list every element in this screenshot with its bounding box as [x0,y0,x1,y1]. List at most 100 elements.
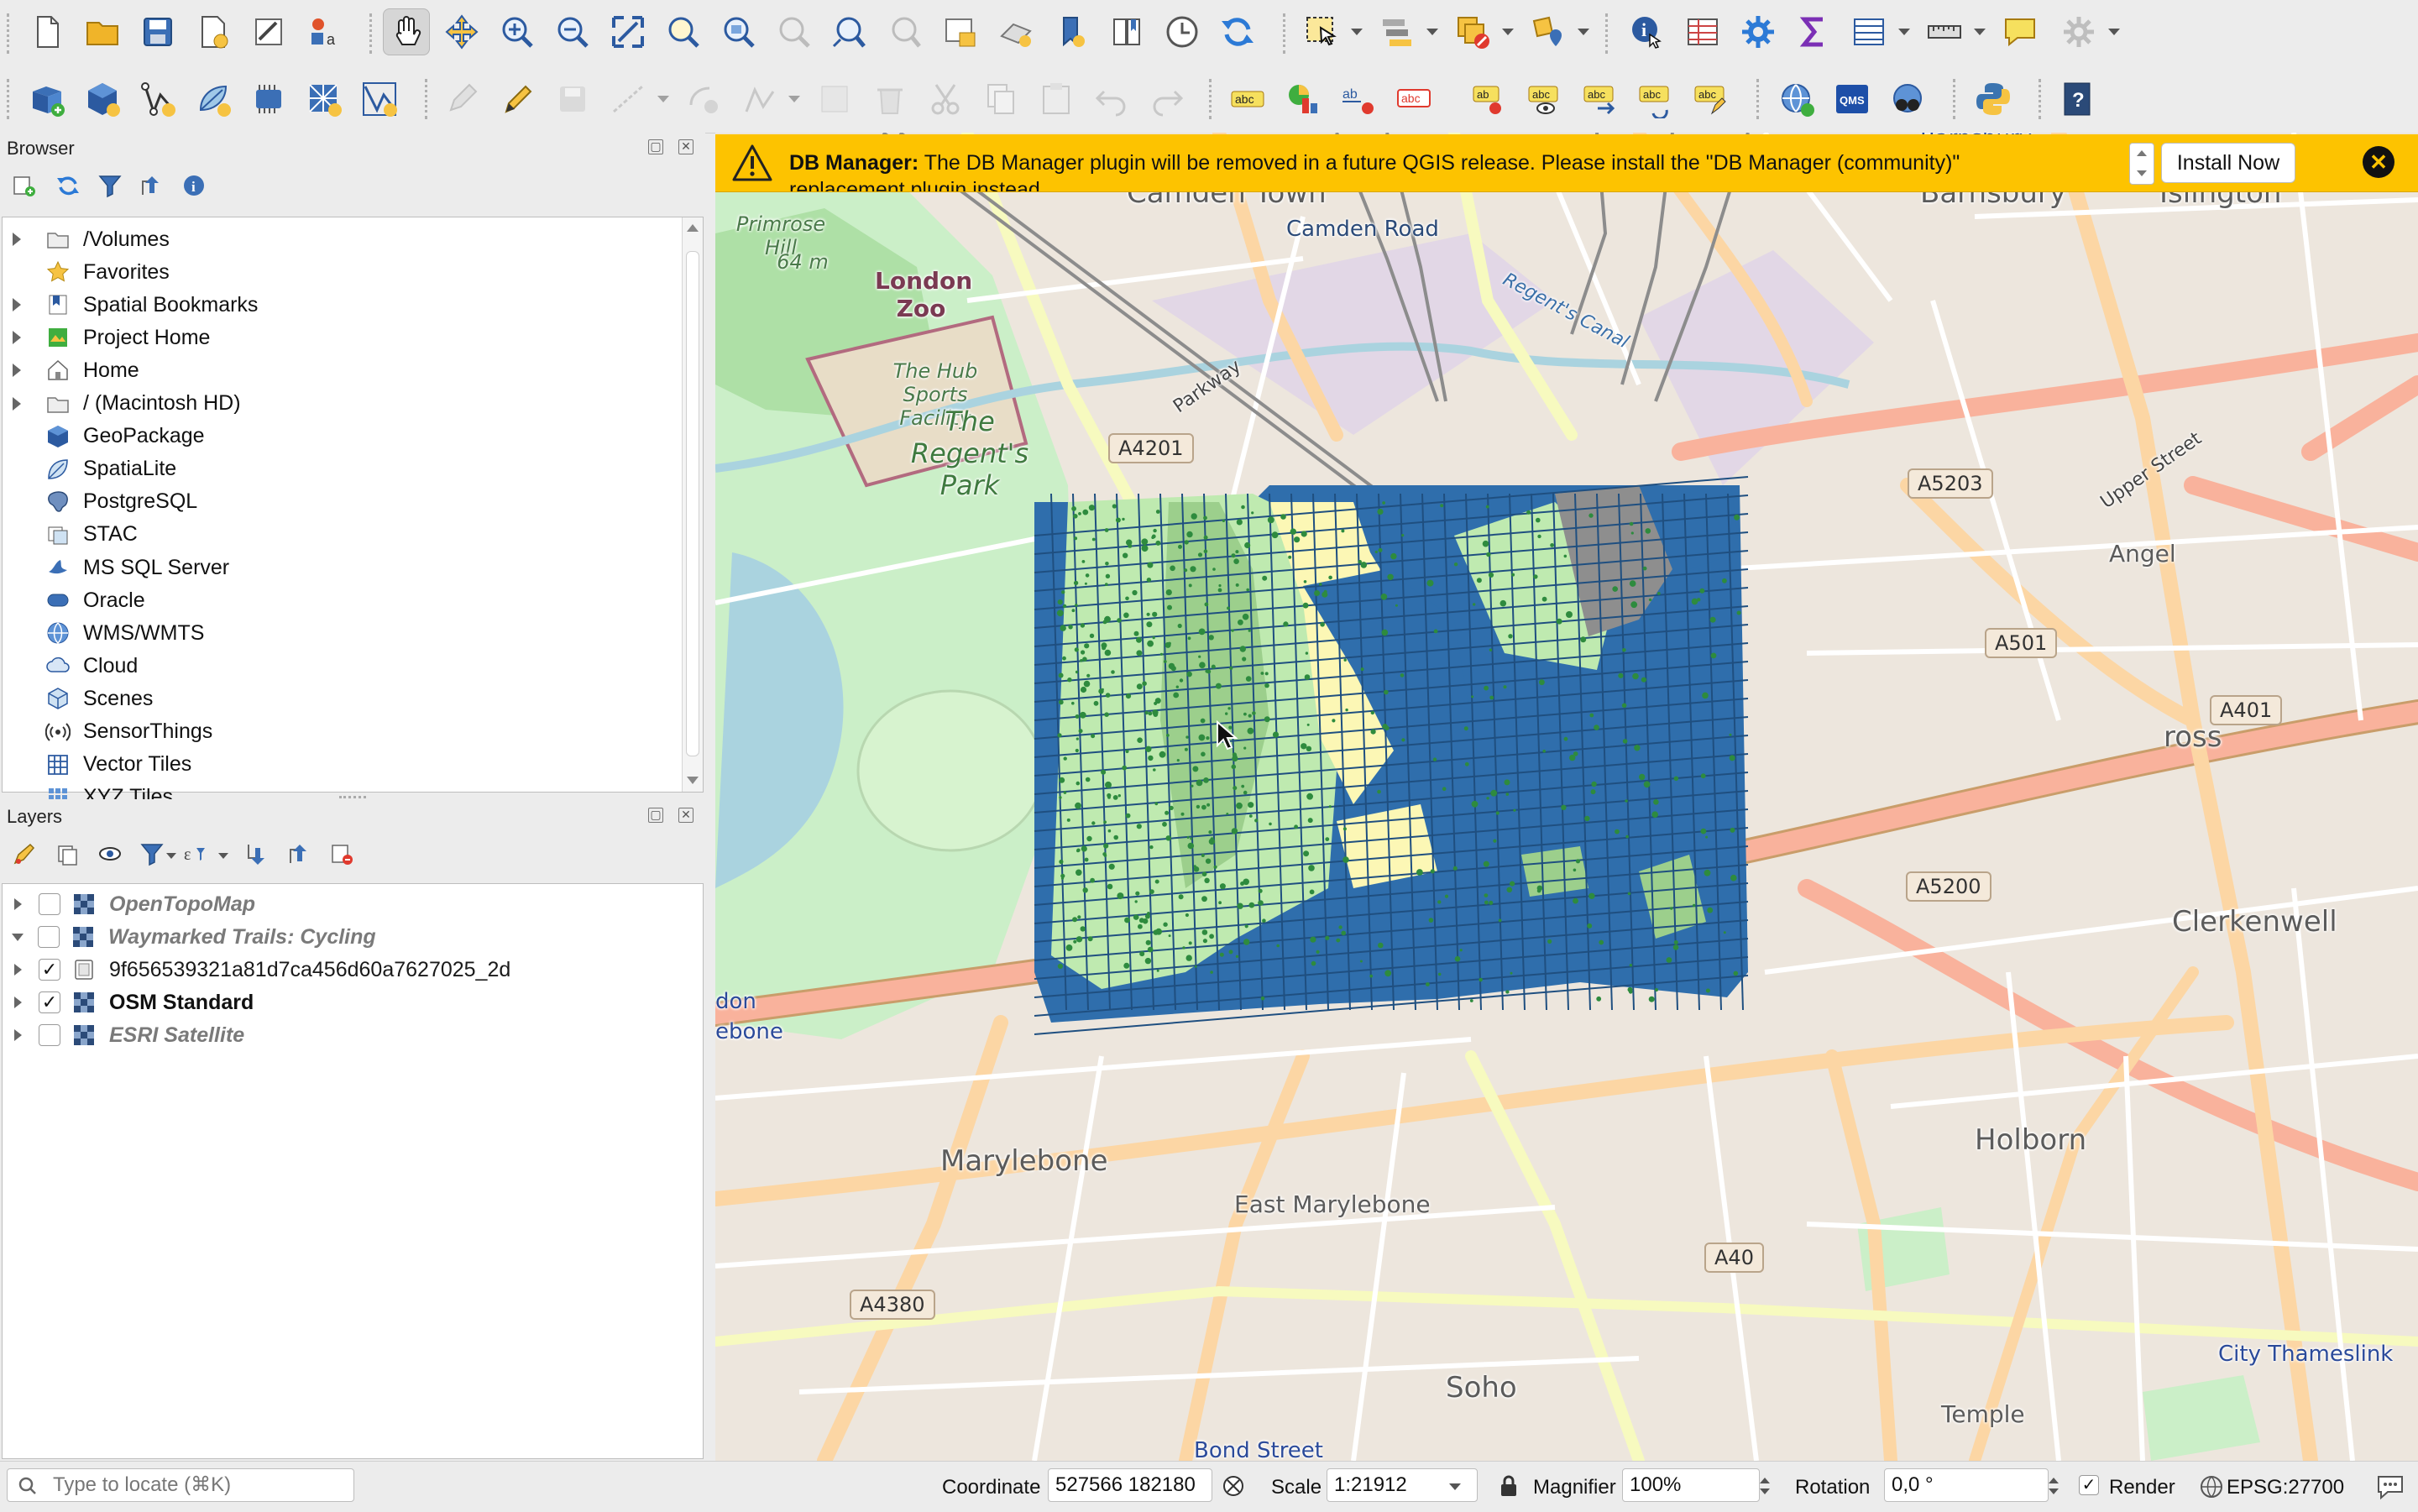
dropdown-arrow-icon[interactable] [1578,29,1589,35]
zoom-in-icon[interactable] [494,8,541,55]
browser-tree[interactable]: /Volumes Favorites Spatial Bookmarks Projec… [2,217,704,841]
highlight-pinned-labels-icon[interactable]: ab [1335,76,1382,123]
pin-unpin-labels-icon[interactable]: ab [1466,76,1513,123]
browser-item[interactable]: /Volumes [3,224,674,254]
layer-visibility-checkbox[interactable] [39,1024,60,1046]
render-checkbox[interactable]: ✓ [2079,1475,2099,1495]
layer-item[interactable]: ✓ 9f656539321a81d7ca456d60a7627025_2d [3,955,691,985]
digitize-line-icon[interactable] [604,76,652,123]
browser-item[interactable]: Home [3,355,674,385]
browser-item[interactable]: MS SQL Server [3,552,674,583]
show-hide-labels-icon[interactable]: abc [1521,76,1568,123]
add-selected-layers-icon[interactable] [12,173,37,198]
dropdown-arrow-icon[interactable] [788,96,800,102]
collapse-all-icon[interactable] [139,173,165,198]
metasearch-icon[interactable] [1884,76,1931,123]
toggle-display-labels-icon[interactable]: abc [1390,76,1437,123]
open-project-icon[interactable] [79,8,126,55]
modify-attributes-icon[interactable] [811,76,858,123]
expand-arrow-icon[interactable] [14,1029,22,1041]
toolbar-grip[interactable] [1953,79,1959,119]
measure-line-icon[interactable] [1921,8,1968,55]
layer-item[interactable]: OpenTopoMap [3,889,691,919]
browser-item[interactable]: PostgreSQL [3,487,674,517]
show-bookmarks-icon[interactable] [1103,8,1150,55]
layer-visibility-checkbox[interactable]: ✓ [39,991,60,1013]
zoom-to-selection-icon[interactable] [660,8,707,55]
expand-all-icon[interactable] [245,841,270,866]
change-label-properties-icon[interactable]: abc [1688,76,1735,123]
spinbox-arrows-icon[interactable] [1756,1473,1773,1499]
filter-by-expression-icon[interactable]: ε [181,841,207,866]
current-edits-icon[interactable] [438,76,485,123]
float-panel-icon[interactable]: ▢ [648,139,663,154]
new-vector-tile-layer-icon[interactable] [356,76,403,123]
install-now-button[interactable]: Install Now [2161,143,2295,183]
browser-item[interactable]: Favorites [3,257,674,287]
dropdown-arrow-icon[interactable] [1974,29,1986,35]
add-group-icon[interactable] [55,841,81,866]
browser-item[interactable]: SensorThings [3,717,674,747]
browser-scrollbar[interactable] [682,217,703,792]
toggle-editing-pencil-icon[interactable] [494,76,541,123]
add-wms-layer-icon[interactable] [1773,76,1820,123]
open-layer-styling-icon[interactable] [12,841,37,866]
select-by-location-icon[interactable] [1525,8,1572,55]
zoom-full-icon[interactable] [604,8,652,55]
layer-visibility-checkbox[interactable] [39,893,60,915]
expand-arrow-icon[interactable] [14,997,22,1008]
pan-to-selection-icon[interactable] [438,8,485,55]
processing-toolbox-icon[interactable] [1735,8,1782,55]
scroll-down-icon[interactable] [2137,170,2147,176]
select-features-icon[interactable] [1298,8,1345,55]
manage-visibility-eye-icon[interactable] [97,841,123,866]
save-edits-icon[interactable] [549,76,596,123]
scroll-up-icon[interactable] [687,224,699,232]
layer-labeling-options-icon[interactable]: abc [1224,76,1271,123]
crs-label[interactable]: EPSG:27700 [2227,1476,2344,1499]
remove-layer-icon[interactable] [329,841,354,866]
label-style-icon[interactable]: a [301,8,348,55]
scroll-up-icon[interactable] [2137,150,2147,156]
browser-item[interactable]: STAC [3,520,674,550]
toolbar-grip[interactable] [425,79,431,119]
redo-icon[interactable] [1144,76,1191,123]
select-by-value-icon[interactable] [1374,8,1421,55]
refresh-icon[interactable] [1214,8,1261,55]
expand-arrow-icon[interactable] [13,331,31,345]
new-map-view-icon[interactable] [937,8,984,55]
layer-item[interactable]: Waymarked Trails: Cycling [3,922,691,952]
layers-tree[interactable]: OpenTopoMap Waymarked Trails: Cycling ✓ 9f6… [2,883,704,1459]
browser-item[interactable]: / (Macintosh HD) [3,389,674,419]
statistical-summary-icon[interactable] [1790,8,1837,55]
copy-features-icon[interactable] [977,76,1024,123]
style-manager-icon[interactable] [245,8,292,55]
new-shapefile-icon[interactable] [134,76,181,123]
data-source-manager-icon[interactable] [24,76,71,123]
messages-icon[interactable] [2376,1473,2405,1500]
lock-scale-icon[interactable] [1498,1473,1520,1499]
new-bookmark-icon[interactable] [1048,8,1095,55]
float-panel-icon[interactable]: ▢ [648,808,663,823]
rotate-label-icon[interactable]: abc [1632,76,1679,123]
rotation-spinbox[interactable]: 0,0 ° [1884,1468,2049,1502]
magnifier-spinbox[interactable]: 100% [1622,1468,1760,1502]
vertex-tool-icon[interactable] [735,76,782,123]
browser-item[interactable]: GeoPackage [3,421,674,452]
expand-arrow-icon[interactable] [14,964,22,976]
pan-hand-icon[interactable] [383,8,430,55]
collapse-all-icon[interactable] [287,841,312,866]
scroll-thumb[interactable] [686,251,699,756]
refresh-browser-icon[interactable] [55,173,81,198]
deselect-features-icon[interactable] [1449,8,1496,55]
settings-gear-icon[interactable] [2055,8,2102,55]
add-feature-icon[interactable] [680,76,727,123]
chevron-down-icon[interactable] [1449,1483,1461,1490]
banner-message-scroller[interactable] [2129,143,2154,185]
dropdown-arrow-icon[interactable] [2108,29,2120,35]
identify-features-icon[interactable]: i [1624,8,1671,55]
dropdown-arrow-icon[interactable] [1502,29,1514,35]
dropdown-arrow-icon[interactable] [166,853,176,859]
crs-globe-icon[interactable] [2200,1475,2223,1499]
layer-diagram-options-icon[interactable] [1280,76,1327,123]
